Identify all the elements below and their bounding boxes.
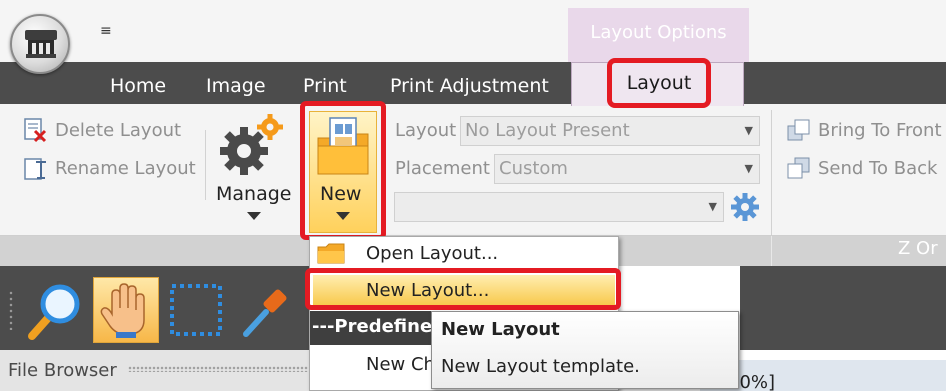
layout-combobox-value: No Layout Present xyxy=(465,120,630,141)
title-bar xyxy=(0,0,946,62)
bring-to-front-icon xyxy=(787,119,810,141)
tab-print[interactable]: Print xyxy=(303,72,347,100)
placement-combobox-value: Custom xyxy=(499,158,568,179)
ribbon-tab-bar: Home Image Print Print Adjustment xyxy=(0,62,946,104)
magnifier-icon[interactable] xyxy=(24,280,86,342)
ribbon-separator xyxy=(205,130,206,200)
panel-drag-grip[interactable] xyxy=(128,366,308,372)
menu-item-predefined[interactable]: New Ch xyxy=(366,354,435,375)
settings-gear-icon[interactable] xyxy=(730,192,760,222)
layout-field-label: Layout xyxy=(395,120,457,141)
delete-layout-button[interactable]: Delete Layout xyxy=(55,120,181,141)
manage-dropdown-caret-icon[interactable] xyxy=(247,212,261,220)
menu-section-label: ---Predefined xyxy=(312,316,446,337)
tab-layout[interactable]: Layout xyxy=(607,58,711,108)
new-layout-folder-icon xyxy=(317,117,369,175)
hand-pan-icon[interactable] xyxy=(98,280,154,340)
ribbon-footer-separator xyxy=(771,236,772,266)
rename-layout-button[interactable]: Rename Layout xyxy=(55,158,196,179)
tab-print-adjustment[interactable]: Print Adjustment xyxy=(390,72,549,100)
delete-layout-icon xyxy=(24,118,47,143)
layout-combobox[interactable]: No Layout Present ▼ xyxy=(460,116,760,146)
manage-button[interactable]: Manage xyxy=(216,183,291,205)
bring-to-front-button[interactable]: Bring To Front xyxy=(818,120,942,141)
file-browser-title: File Browser xyxy=(8,360,117,381)
send-to-back-icon xyxy=(787,157,810,179)
placement-combobox[interactable]: Custom ▼ xyxy=(494,154,760,184)
application-menu-button[interactable] xyxy=(10,14,70,74)
context-tab-header: Layout Options xyxy=(568,8,749,62)
tab-home[interactable]: Home xyxy=(110,72,166,100)
manage-gears-icon[interactable] xyxy=(218,113,286,179)
placement-field-label: Placement xyxy=(395,158,490,179)
chevron-down-icon[interactable]: ▼ xyxy=(745,117,753,145)
workspace-dark-area xyxy=(740,266,946,350)
menu-item-open-layout[interactable]: Open Layout... xyxy=(366,243,498,264)
tab-image[interactable]: Image xyxy=(206,72,266,100)
toolbar-grip[interactable] xyxy=(8,290,14,330)
printer-logo-icon xyxy=(25,30,57,58)
send-to-back-button[interactable]: Send To Back xyxy=(818,158,937,179)
quick-access-dropdown-icon[interactable]: ≡ xyxy=(100,24,112,38)
tooltip-title: New Layout xyxy=(441,319,560,340)
new-dropdown-caret-icon[interactable] xyxy=(336,212,350,220)
eyedropper-icon[interactable] xyxy=(236,280,298,342)
open-folder-icon xyxy=(317,243,345,264)
chevron-down-icon[interactable]: ▼ xyxy=(745,155,753,183)
selection-marquee-icon[interactable] xyxy=(168,282,224,338)
z-order-group-label: Z Or xyxy=(898,238,938,259)
new-button[interactable]: New xyxy=(320,183,361,205)
chevron-down-icon[interactable]: ▼ xyxy=(709,193,717,221)
tooltip-description: New Layout template. xyxy=(441,356,640,377)
template-combobox[interactable]: ▼ xyxy=(394,192,724,222)
ribbon-separator xyxy=(771,110,772,235)
highlight-frame-new-layout xyxy=(305,268,621,310)
rename-layout-icon xyxy=(24,158,46,180)
